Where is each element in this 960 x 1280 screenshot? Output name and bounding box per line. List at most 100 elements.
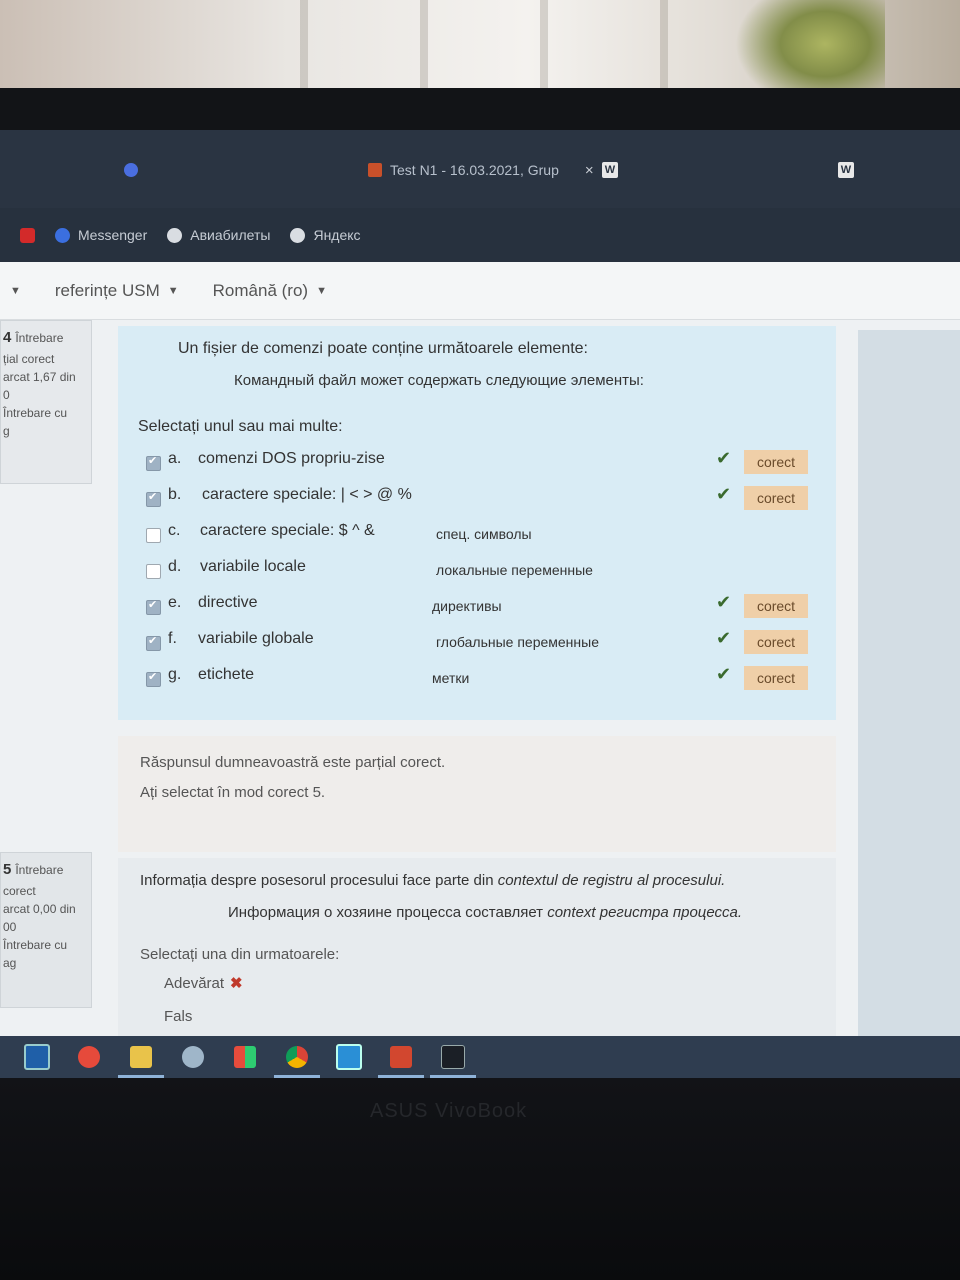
taskbar-terminal[interactable] [430,1042,476,1078]
laptop-screen: Test N1 - 16.03.2021, Grup × W W Messeng… [0,130,960,1078]
correct-badge: corect [744,486,808,510]
option-text: variabile globale [198,630,314,647]
flag-question[interactable]: Întrebare cu [3,404,89,422]
checkbox[interactable] [146,490,161,507]
folder-icon [130,1046,152,1068]
check-icon: ✔ [716,448,732,468]
taskbar-app[interactable] [74,1042,104,1072]
question-info-panel: 4 Întrebare țial corect arcat 1,67 din 0 … [0,320,92,484]
question-status: corect [3,883,36,898]
option-letter: a. [168,450,182,467]
question-text-part: Informația despre posesorul procesului f… [140,872,498,889]
tab-word-2[interactable]: W [838,148,854,192]
lifebuoy-icon [78,1046,100,1068]
question-number: 5 [3,861,12,878]
answer-option[interactable]: c. caractere speciale: $ ^ & спец. симво… [146,522,818,552]
option-letter: b. [168,486,182,503]
cross-icon: ✖ [230,975,243,992]
option-letter: f. [168,630,177,647]
answer-label: Adevărat [164,975,225,992]
option-letter: c. [168,522,181,539]
question-number: 4 [3,329,12,346]
question-text-ru: Информация о хозяине процесса составляет… [228,904,742,921]
tab-label: Test N1 - 16.03.2021, Grup [390,162,559,178]
language-selector[interactable]: Română (ro) ▼ [213,281,327,301]
question-prompt: Selectați una din urmatoarele: [140,946,340,963]
option-translation: метки [432,670,470,686]
correct-badge: corect [744,630,808,654]
answer-option[interactable]: f. variabile globale глобальные переменн… [146,628,818,660]
terminal-icon [441,1045,465,1069]
question-text-emphasis: context регистра процесса. [547,904,743,921]
tab-test[interactable]: Test N1 - 16.03.2021, Grup × [368,148,594,192]
tab-word[interactable]: W [602,148,618,192]
app-icon [234,1046,256,1068]
close-icon[interactable]: × [585,162,594,179]
answer-option[interactable]: b. caractere speciale: | < > @ % ✔ corec… [146,484,818,516]
wikipedia-icon: W [602,162,618,178]
feedback-detail: Ați selectat în mod corect 5. [140,784,326,801]
question-label: Întrebare [15,331,64,345]
check-icon: ✔ [716,628,732,648]
browser-tab-bar: Test N1 - 16.03.2021, Grup × W W [0,130,960,208]
bookmark-youtube[interactable] [20,227,35,243]
question-text-ru: Командный файл может содержать следующие… [234,372,644,389]
flag-question-2[interactable]: g [3,422,89,440]
taskbar-app[interactable] [178,1042,208,1072]
checkbox[interactable] [146,564,161,579]
checkbox[interactable] [146,670,161,687]
question-status: țial corect [3,351,55,366]
globe-icon [167,227,183,243]
option-translation: локальные переменные [436,562,593,578]
answer-false[interactable]: Fals [164,1008,192,1025]
taskbar-explorer[interactable] [118,1042,164,1078]
site-navbar: ▼ referințe USM ▼ Română (ro) ▼ [0,262,960,320]
bookmark-yandex[interactable]: Яндекс [290,227,361,243]
bookmark-label: Авиабилеты [190,227,271,243]
answer-option[interactable]: a. comenzi DOS propriu-zise ✔ corect [146,448,818,480]
option-letter: d. [168,558,182,575]
globe-icon [290,227,306,243]
taskbar-app[interactable] [22,1042,52,1072]
correct-badge: corect [744,594,808,618]
tab-inactive[interactable] [124,148,138,192]
answer-option[interactable]: g. etichete метки ✔ corect [146,664,818,696]
option-text: comenzi DOS propriu-zise [198,450,385,467]
window-blind [540,0,548,100]
nav-label: referințe USM [54,280,160,300]
nav-references[interactable]: referințe USM ▼ [55,281,179,301]
chevron-down-icon[interactable]: ▼ [10,285,21,297]
option-text: directive [198,594,258,611]
taskbar-chrome[interactable] [274,1042,320,1078]
correct-badge: corect [744,450,808,474]
right-panel [858,330,960,1036]
check-icon: ✔ [716,484,732,504]
question-score-total: 0 [3,387,10,402]
taskbar-app[interactable] [230,1042,260,1072]
taskbar-powerpoint[interactable] [378,1042,424,1078]
chrome-icon [286,1046,308,1068]
answer-option[interactable]: e. directive директивы ✔ corect [146,592,818,624]
bookmark-label: Messenger [78,227,148,243]
taskbar-app[interactable] [334,1042,364,1072]
flag-question[interactable]: Întrebare cu [3,936,89,954]
checkbox[interactable] [146,528,161,543]
nav-label: Română (ro) [212,280,309,300]
option-text: etichete [198,666,255,683]
checkbox[interactable] [146,454,161,471]
checkbox[interactable] [146,598,161,615]
bookmark-messenger[interactable]: Messenger [55,227,147,243]
window-blind [420,0,428,100]
youtube-icon [20,227,35,243]
question-feedback: Răspunsul dumneavoastră este parțial cor… [118,736,836,852]
window-blind [660,0,668,100]
answer-option[interactable]: d. variabile locale локальные переменные [146,558,818,588]
checkbox[interactable] [146,634,161,651]
question-1: Un fișier de comenzi poate conține următ… [118,326,836,720]
question-2: Informația despre posesorul procesului f… [118,858,836,1038]
bookmark-flights[interactable]: Авиабилеты [167,227,270,243]
option-translation: спец. символы [436,526,532,542]
laptop-brand: ASUS VivoBook [370,1100,528,1122]
answer-true[interactable]: Adevărat ✖ [164,974,243,992]
flag-question-2[interactable]: ag [3,954,89,972]
